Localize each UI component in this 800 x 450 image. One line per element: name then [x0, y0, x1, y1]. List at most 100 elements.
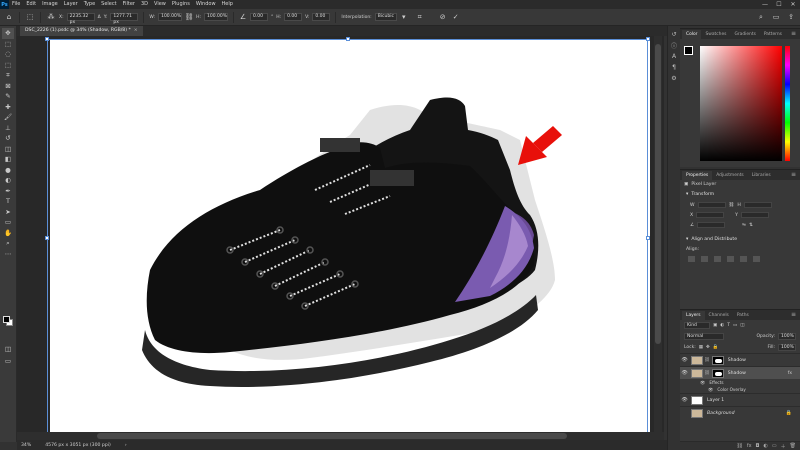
- filter-pixel-icon[interactable]: ▣: [713, 323, 717, 328]
- horizontal-scrollbar[interactable]: [17, 432, 664, 440]
- menu-filter[interactable]: Filter: [120, 0, 138, 9]
- align-right-icon[interactable]: [714, 256, 721, 262]
- menu-plugins[interactable]: Plugins: [169, 0, 193, 9]
- lock-pixels-icon[interactable]: ▦: [699, 345, 703, 350]
- layer-row-background[interactable]: Background 🔒: [680, 406, 800, 419]
- y-input[interactable]: [740, 212, 769, 218]
- search-icon[interactable]: ⌕: [756, 12, 766, 22]
- share-icon[interactable]: ⇪: [786, 12, 796, 22]
- screen-mode-icon[interactable]: ▭: [2, 356, 14, 367]
- menu-select[interactable]: Select: [98, 0, 119, 9]
- align-bottom-icon[interactable]: [753, 256, 760, 262]
- menu-type[interactable]: Type: [81, 0, 98, 9]
- path-select-icon[interactable]: ➤: [2, 207, 14, 218]
- visibility-eye-icon[interactable]: 👁: [680, 357, 689, 363]
- paragraph-icon[interactable]: ¶: [670, 63, 679, 72]
- visibility-eye-icon[interactable]: 👁: [680, 370, 689, 376]
- align-middle-icon[interactable]: [740, 256, 747, 262]
- move-tool-icon[interactable]: ✥: [2, 28, 14, 39]
- align-top-icon[interactable]: [727, 256, 734, 262]
- x-field[interactable]: 2235.32 px: [66, 13, 95, 25]
- y-field[interactable]: 1277.71 px: [110, 13, 139, 25]
- transform-handle[interactable]: [45, 37, 49, 41]
- fx-icon[interactable]: fx: [747, 443, 752, 449]
- panel-menu-icon[interactable]: ≡: [791, 311, 796, 318]
- lasso-tool-icon[interactable]: ◌: [2, 49, 14, 60]
- tab-libraries[interactable]: Libraries: [748, 171, 775, 180]
- lock-all-icon[interactable]: 🔒: [713, 345, 719, 350]
- interpolation-select[interactable]: Bicubic: [374, 13, 397, 21]
- document-tab[interactable]: DSC_2226 (1).psdc @ 34% (Shadow, RGB/8) …: [20, 26, 143, 36]
- panel-menu-icon[interactable]: ≡: [791, 30, 796, 37]
- v-skew-field[interactable]: 0.00: [312, 13, 331, 21]
- width-field[interactable]: 100.00%: [158, 13, 183, 21]
- layer-kind-filter[interactable]: Kind: [684, 322, 710, 329]
- menu-view[interactable]: View: [151, 0, 169, 9]
- visibility-eye-icon[interactable]: 👁: [708, 387, 713, 393]
- visibility-eye-icon[interactable]: 👁: [700, 380, 705, 386]
- width-input[interactable]: [697, 202, 726, 208]
- link-layers-icon[interactable]: ⛓: [736, 443, 742, 449]
- link-icon[interactable]: ⛓: [729, 203, 735, 208]
- color-picker-field[interactable]: [700, 46, 782, 161]
- scroll-thumb[interactable]: [655, 44, 661, 344]
- panel-menu-icon[interactable]: ≡: [791, 171, 796, 178]
- cancel-transform-icon[interactable]: ⊘: [438, 12, 448, 22]
- foreground-color[interactable]: [684, 46, 693, 55]
- warp-icon[interactable]: ⌗: [415, 12, 425, 22]
- x-input[interactable]: [696, 212, 725, 218]
- more-tools-icon[interactable]: ⋯: [2, 249, 14, 260]
- foreground-color-swatch[interactable]: [3, 316, 10, 323]
- character-icon[interactable]: A: [670, 52, 679, 61]
- scroll-thumb[interactable]: [97, 433, 567, 439]
- lock-position-icon[interactable]: ✥: [706, 345, 710, 350]
- flip-vertical-icon[interactable]: ⇅: [749, 223, 753, 228]
- hand-tool-icon[interactable]: ✋: [2, 228, 14, 239]
- crop-tool-icon[interactable]: ⌗: [2, 70, 14, 81]
- layer-row-shadow-copy[interactable]: 👁 ⛓ Shadow: [680, 353, 800, 366]
- layer-row-layer-1[interactable]: 👁 Layer 1: [680, 393, 800, 406]
- transform-handle[interactable]: [45, 236, 49, 240]
- pen-tool-icon[interactable]: ✒: [2, 186, 14, 197]
- reference-point-icon[interactable]: ⁂: [46, 12, 56, 22]
- minimize-button[interactable]: —: [758, 0, 772, 9]
- fx-badge[interactable]: fx: [788, 371, 792, 376]
- rectangle-tool-icon[interactable]: ▭: [2, 217, 14, 228]
- close-tab-icon[interactable]: ×: [134, 28, 138, 33]
- healing-brush-icon[interactable]: ✚: [2, 102, 14, 113]
- blur-tool-icon[interactable]: ●: [2, 165, 14, 176]
- type-tool-icon[interactable]: T: [2, 196, 14, 207]
- move-tool-preset-icon[interactable]: ⬚: [25, 12, 35, 22]
- filter-type-icon[interactable]: T: [727, 323, 730, 328]
- add-mask-icon[interactable]: ◘: [756, 443, 760, 449]
- chevron-down-icon[interactable]: ▾: [400, 12, 408, 22]
- color-overlay-row[interactable]: 👁 Color Overlay: [680, 386, 800, 393]
- fill-input[interactable]: 100%: [778, 344, 796, 351]
- transform-section-header[interactable]: ▾ Transform: [680, 189, 800, 200]
- vertical-scrollbar[interactable]: [654, 36, 662, 440]
- menu-file[interactable]: File: [9, 0, 23, 9]
- maximize-button[interactable]: ☐: [772, 0, 786, 9]
- align-left-icon[interactable]: [688, 256, 695, 262]
- home-icon[interactable]: ⌂: [4, 12, 14, 22]
- link-icon[interactable]: ⛓: [185, 12, 194, 22]
- align-center-icon[interactable]: [701, 256, 708, 262]
- eyedropper-tool-icon[interactable]: ✎: [2, 91, 14, 102]
- zoom-level[interactable]: 34%: [21, 443, 31, 448]
- history-brush-icon[interactable]: ↺: [2, 133, 14, 144]
- opacity-input[interactable]: 100%: [778, 333, 796, 340]
- menu-layer[interactable]: Layer: [61, 0, 81, 9]
- tab-layers[interactable]: Layers: [682, 311, 705, 320]
- flip-horizontal-icon[interactable]: ⇋: [742, 223, 746, 228]
- height-input[interactable]: [743, 202, 772, 208]
- chevron-right-icon[interactable]: ›: [125, 443, 127, 448]
- menu-edit[interactable]: Edit: [23, 0, 39, 9]
- filter-smart-icon[interactable]: ◫: [740, 323, 744, 328]
- glyphs-icon[interactable]: ⚙: [670, 74, 679, 83]
- tab-gradients[interactable]: Gradients: [730, 30, 759, 39]
- history-icon[interactable]: ↺: [670, 30, 679, 39]
- layer-mask-thumbnail[interactable]: [711, 368, 724, 378]
- zoom-tool-icon[interactable]: ⌕: [2, 238, 14, 249]
- frame-tool-icon[interactable]: ⊠: [2, 81, 14, 92]
- menu-help[interactable]: Help: [219, 0, 236, 9]
